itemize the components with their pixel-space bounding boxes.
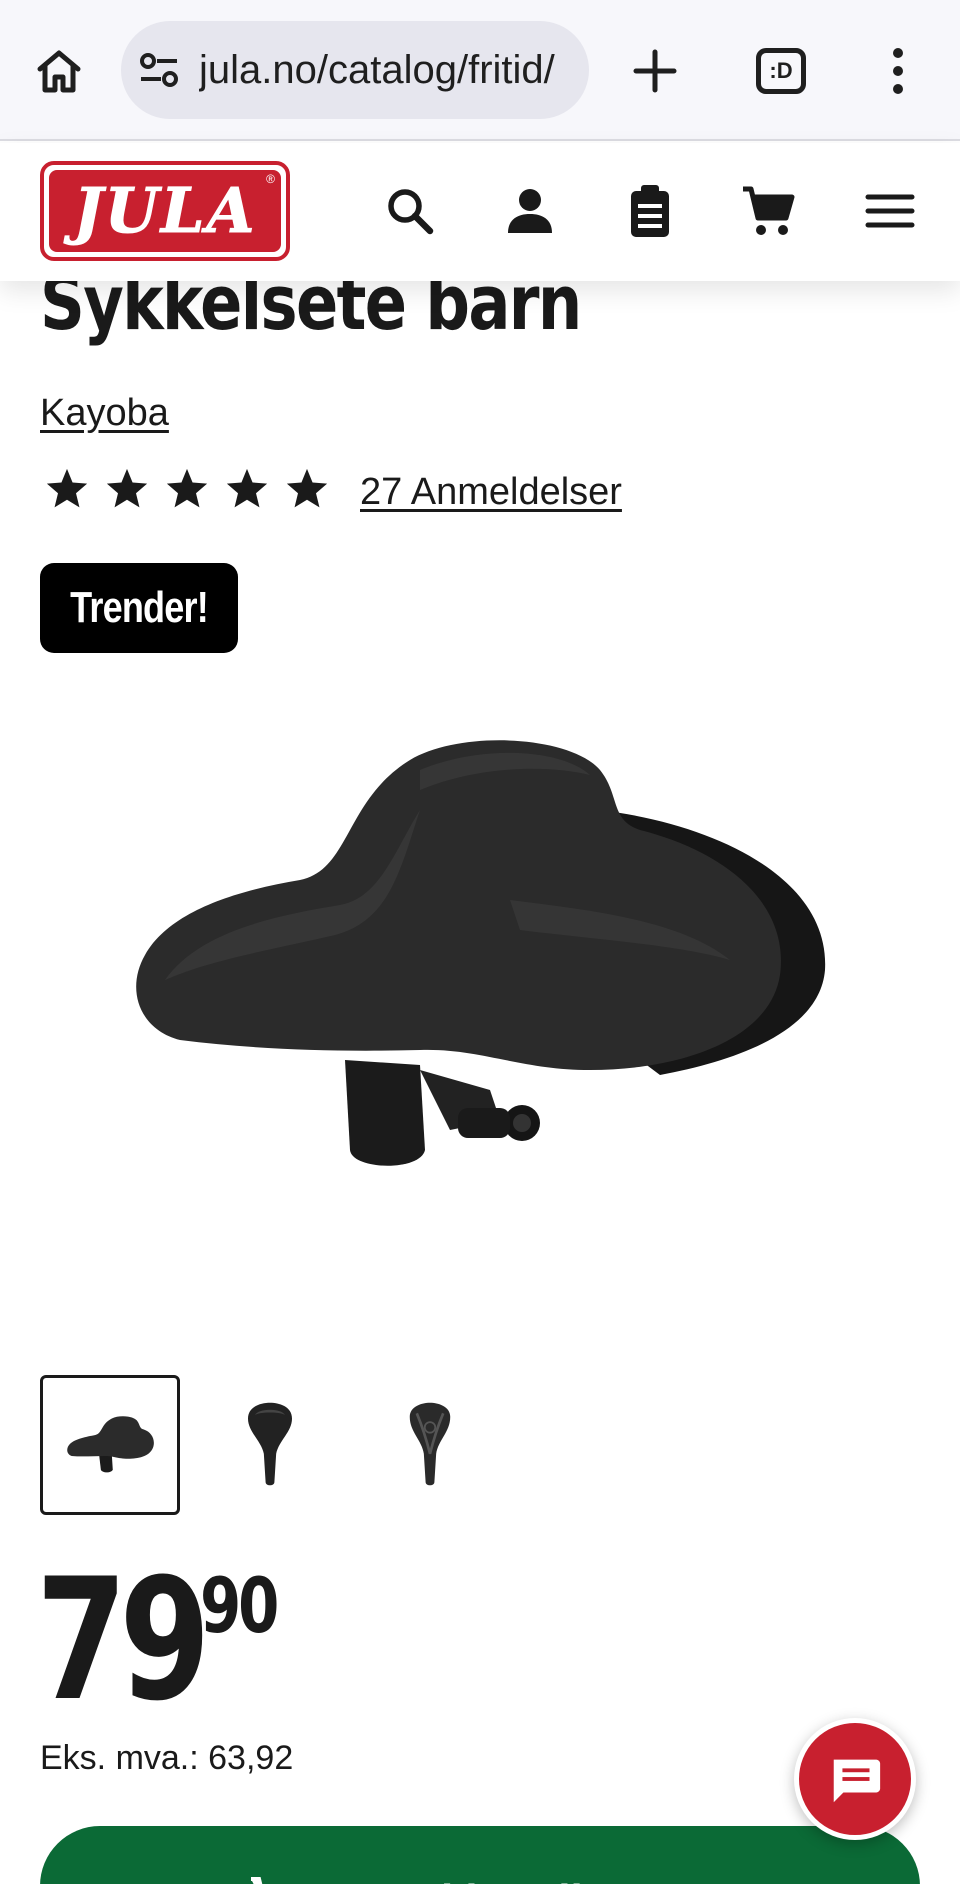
trending-badge: Trender! [40, 563, 238, 653]
clipboard-icon[interactable] [622, 183, 678, 239]
image-thumbnails [40, 1375, 500, 1515]
tabs-label: :D [769, 58, 793, 83]
logo-text: JULA [73, 174, 257, 247]
thumbnail-3[interactable] [360, 1375, 500, 1515]
price-excl-vat: Eks. mva.: 63,92 [40, 1739, 294, 1777]
price-integer: 79 [36, 1542, 211, 1738]
logo-registered-mark: ® [266, 172, 275, 186]
thumbnail-1[interactable] [40, 1375, 180, 1515]
price-decimal: 90 [200, 1561, 279, 1650]
site-header: JULA ® [0, 143, 960, 281]
badge-label: Trender! [70, 583, 209, 632]
tabs-icon[interactable]: :D [756, 48, 806, 94]
jula-logo[interactable]: JULA ® [40, 161, 290, 261]
star-icon [46, 468, 88, 508]
address-bar[interactable]: jula.no/catalog/fritid/ [121, 21, 589, 119]
home-icon[interactable] [34, 46, 84, 96]
star-icon [226, 468, 268, 508]
cart-icon[interactable] [740, 183, 796, 239]
chat-button[interactable] [794, 1718, 916, 1840]
thumbnail-2[interactable] [200, 1375, 340, 1515]
product-image[interactable] [120, 730, 840, 1190]
star-icon [106, 468, 148, 508]
tune-icon[interactable] [139, 51, 179, 89]
new-tab-plus-icon[interactable] [630, 46, 680, 96]
chat-icon [833, 1759, 881, 1803]
search-icon[interactable] [382, 183, 438, 239]
add-to-cart-label: Legg i handlevogn [324, 1876, 713, 1884]
account-icon[interactable] [502, 183, 558, 239]
star-icon [286, 468, 328, 508]
url-text[interactable]: jula.no/catalog/fritid/ [199, 45, 579, 95]
menu-icon[interactable] [862, 183, 918, 239]
add-to-cart-button[interactable]: Legg i handlevogn [40, 1826, 920, 1884]
rating-stars[interactable] [44, 466, 330, 512]
brand-link[interactable]: Kayoba [40, 390, 169, 436]
star-icon [166, 468, 208, 508]
cart-icon [250, 1877, 262, 1884]
reviews-link[interactable]: 27 Anmeldelser [360, 469, 622, 515]
more-vert-icon[interactable] [882, 46, 914, 96]
logo-badge: JULA ® [49, 170, 281, 252]
browser-toolbar: jula.no/catalog/fritid/ :D [0, 0, 960, 141]
